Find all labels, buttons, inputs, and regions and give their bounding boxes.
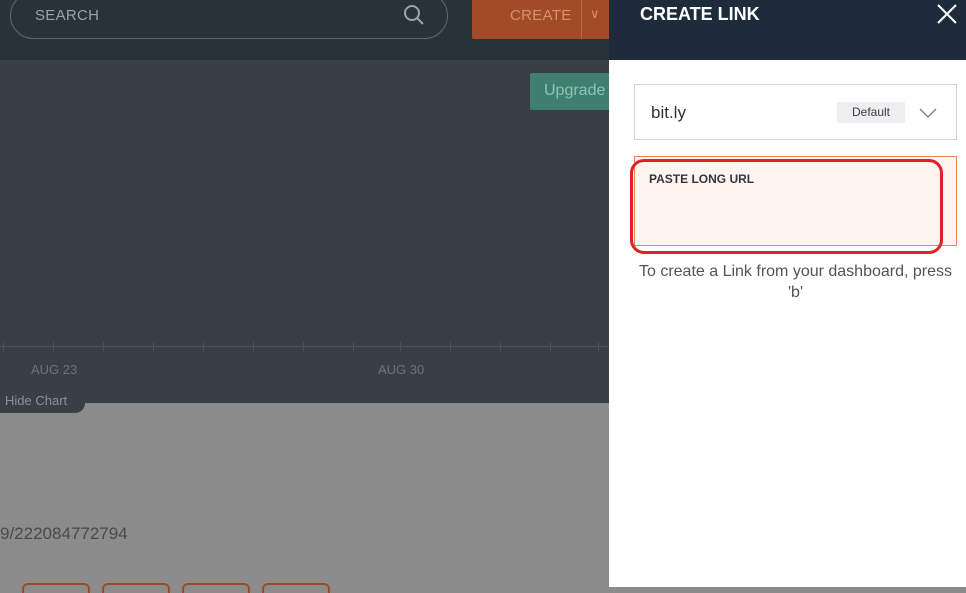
panel-header: CREATE LINK: [609, 0, 966, 60]
axis-tick: [103, 342, 104, 351]
hide-chart-tab[interactable]: Hide Chart: [0, 391, 85, 413]
axis-tick: [500, 342, 501, 351]
hide-chart-label: Hide Chart: [5, 393, 68, 408]
axis-tick: [450, 342, 451, 351]
search-label: SEARCH: [35, 7, 100, 24]
domain-value: bit.ly: [651, 103, 686, 122]
long-url-input[interactable]: [649, 193, 943, 235]
axis-tick: [550, 342, 551, 351]
axis-tick: [353, 342, 354, 351]
chart-axis: [0, 346, 609, 347]
shortcut-hint: To create a Link from your dashboard, pr…: [638, 263, 953, 301]
axis-tick: [303, 342, 304, 351]
panel-title: CREATE LINK: [640, 4, 760, 24]
top-bar: SEARCH CREATE ∨: [0, 0, 609, 60]
chevron-down-icon[interactable]: ∨: [590, 6, 600, 22]
link-list-area: 9/222084772794: [0, 403, 609, 593]
upgrade-button[interactable]: Upgrade: [530, 73, 609, 110]
axis-tick: [598, 342, 599, 351]
upgrade-button-label: Upgrade: [544, 82, 606, 99]
action-button-stub[interactable]: [102, 583, 170, 593]
link-id-text: 9/222084772794: [0, 524, 128, 543]
domain-select[interactable]: bit.ly Default: [634, 84, 957, 140]
axis-tick: [400, 342, 401, 351]
axis-label-aug30: AUG 30: [378, 362, 425, 377]
axis-label-aug23: AUG 23: [31, 362, 78, 377]
axis-tick: [253, 342, 254, 351]
long-url-field[interactable]: PASTE LONG URL: [634, 156, 957, 246]
create-divider: [581, 0, 582, 39]
action-button-stub[interactable]: [182, 583, 250, 593]
axis-tick: [153, 342, 154, 351]
action-button-stub[interactable]: [262, 583, 330, 593]
axis-tick: [53, 342, 54, 351]
long-url-label: PASTE LONG URL: [649, 172, 755, 186]
create-button-label: CREATE: [510, 7, 572, 24]
axis-tick: [3, 342, 4, 351]
axis-tick: [203, 342, 204, 351]
close-icon[interactable]: [936, 3, 958, 25]
default-badge: Default: [837, 102, 905, 123]
search-box[interactable]: SEARCH: [10, 0, 448, 39]
create-button[interactable]: CREATE ∨: [472, 0, 609, 39]
create-link-panel: CREATE LINK bit.ly Default PASTE LONG UR…: [609, 0, 966, 587]
chart-area: Upgrade AUG 23 AUG 30: [0, 60, 609, 403]
action-button-stub[interactable]: [22, 583, 90, 593]
chevron-down-icon[interactable]: [919, 107, 937, 119]
search-icon[interactable]: [403, 4, 425, 26]
